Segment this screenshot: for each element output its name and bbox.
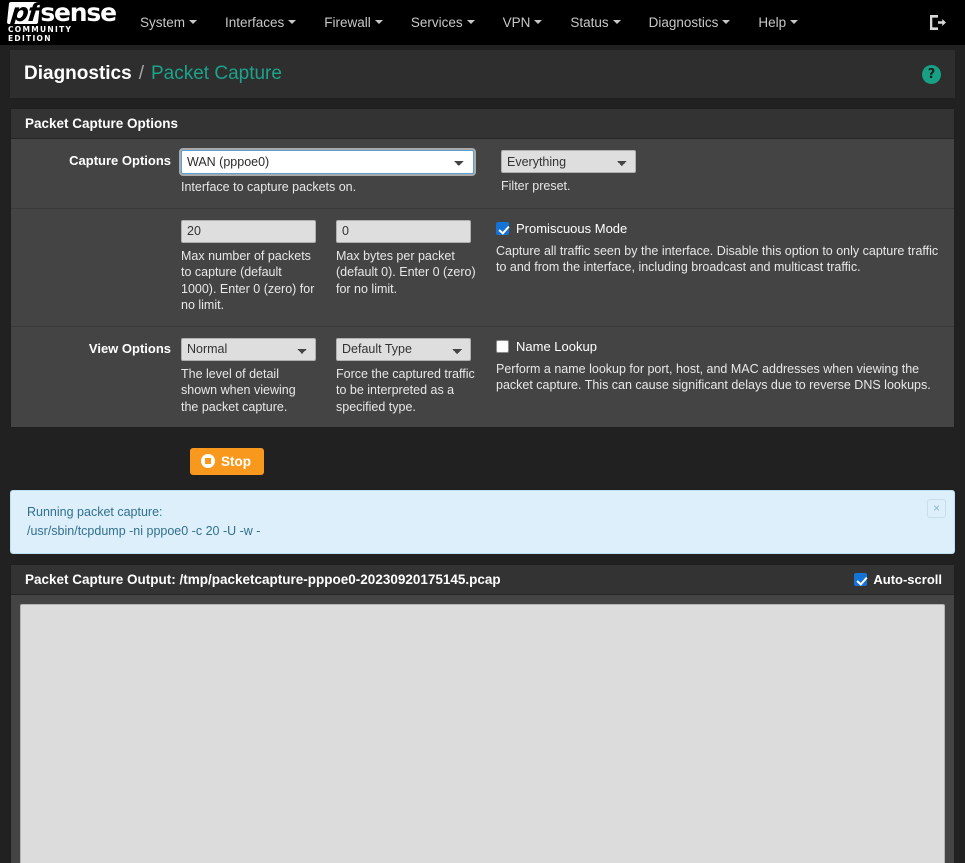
nav-label-help: Help xyxy=(758,15,787,30)
nav-item-vpn[interactable]: VPN xyxy=(489,0,557,45)
interface-select[interactable]: WAN (pppoe0) xyxy=(181,150,474,174)
brand-logo-text: pfsense xyxy=(6,0,117,27)
panel-body: Capture Options WAN (pppoe0) Interface t… xyxy=(11,139,954,427)
protocol-type-help: Force the captured traffic to be interpr… xyxy=(336,366,475,414)
name-lookup-checkbox[interactable] xyxy=(496,340,509,353)
filter-preset-field-group: Everything Filter preset. xyxy=(501,150,954,196)
name-lookup-label: Name Lookup xyxy=(516,339,597,354)
form-row-view-options: View Options Normal The level of detail … xyxy=(11,327,954,428)
nav-label-firewall: Firewall xyxy=(324,15,371,30)
name-lookup-field-group: Name Lookup Perform a name lookup for po… xyxy=(496,338,954,416)
interface-field-group: WAN (pppoe0) Interface to capture packet… xyxy=(181,150,501,196)
nav-menu: System Interfaces Firewall Services VPN … xyxy=(126,0,812,45)
breadcrumb: Diagnostics / Packet Capture ? xyxy=(10,50,955,98)
brand-subtitle: COMMUNITY EDITION xyxy=(8,25,73,43)
protocol-type-select[interactable]: Default Type xyxy=(336,337,471,361)
help-icon[interactable]: ? xyxy=(922,64,941,84)
limits-label-spacer xyxy=(11,220,181,314)
filter-preset-select[interactable]: Everything xyxy=(501,150,636,173)
chevron-down-icon xyxy=(790,20,799,25)
nav-item-diagnostics[interactable]: Diagnostics xyxy=(635,0,745,45)
capture-options-label: Capture Options xyxy=(69,153,171,168)
panel-title: Packet Capture Options xyxy=(11,109,954,139)
pfsense-logo[interactable]: pfsense COMMUNITY EDITION xyxy=(6,0,117,43)
auto-scroll-label: Auto-scroll xyxy=(873,572,942,587)
packet-capture-options-panel: Packet Capture Options Capture Options W… xyxy=(10,108,955,428)
stop-button-label: Stop xyxy=(221,453,251,469)
chevron-down-icon xyxy=(288,20,297,25)
nav-item-system[interactable]: System xyxy=(126,0,211,45)
capture-output-textarea[interactable] xyxy=(20,604,945,863)
breadcrumb-current: Packet Capture xyxy=(150,63,282,84)
name-lookup-checkbox-row[interactable]: Name Lookup xyxy=(496,338,940,356)
alert-line-status: Running packet capture: xyxy=(27,505,163,519)
auto-scroll-checkbox[interactable] xyxy=(854,573,868,586)
packet-count-input[interactable] xyxy=(181,219,316,243)
brand-logo-sense: sense xyxy=(40,0,117,27)
packet-length-help: Max bytes per packet (default 0). Enter … xyxy=(336,248,476,296)
close-icon[interactable]: × xyxy=(927,499,946,518)
chevron-down-icon xyxy=(189,20,198,25)
promiscuous-checkbox-row[interactable]: Promiscuous Mode xyxy=(496,220,940,238)
alert-line-command: /usr/sbin/tcpdump -ni pppoe0 -c 20 -U -w… xyxy=(27,524,261,538)
promiscuous-label: Promiscuous Mode xyxy=(516,221,628,236)
packet-count-help: Max number of packets to capture (defaul… xyxy=(181,248,315,313)
output-panel-body xyxy=(11,595,954,863)
output-panel-header: Packet Capture Output: /tmp/packetcaptur… xyxy=(11,565,954,595)
filter-preset-help: Filter preset. xyxy=(501,179,571,193)
packet-length-input[interactable] xyxy=(336,219,471,243)
interface-help: Interface to capture packets on. xyxy=(181,180,357,194)
stop-circle-icon xyxy=(201,454,215,468)
nav-label-status: Status xyxy=(570,15,609,30)
breadcrumb-root[interactable]: Diagnostics xyxy=(24,63,132,85)
auto-scroll-row[interactable]: Auto-scroll xyxy=(854,572,942,587)
logout-button[interactable] xyxy=(928,13,955,32)
detail-level-select[interactable]: Normal xyxy=(181,337,316,361)
protocol-type-field-group: Default Type Force the captured traffic … xyxy=(336,337,496,416)
name-lookup-help: Perform a name lookup for port, host, an… xyxy=(496,361,931,393)
form-row-capture-options: Capture Options WAN (pppoe0) Interface t… xyxy=(11,139,954,209)
view-options-label: View Options xyxy=(88,340,171,356)
logout-icon xyxy=(928,13,947,32)
output-textarea-wrapper xyxy=(20,604,945,863)
detail-level-help: The level of detail shown when viewing t… xyxy=(181,366,296,414)
nav-label-diagnostics: Diagnostics xyxy=(648,15,719,30)
action-button-row: Stop xyxy=(10,440,955,482)
chevron-down-icon xyxy=(466,20,475,25)
nav-label-vpn: VPN xyxy=(502,15,531,30)
chevron-down-icon xyxy=(612,20,621,25)
promiscuous-checkbox[interactable] xyxy=(496,222,509,235)
stop-button[interactable]: Stop xyxy=(190,447,264,475)
chevron-down-icon xyxy=(534,20,543,25)
nav-label-system: System xyxy=(140,15,186,30)
chevron-down-icon xyxy=(722,20,731,25)
snaplen-field-group: Max bytes per packet (default 0). Enter … xyxy=(336,219,496,314)
output-panel-title: Packet Capture Output: /tmp/packetcaptur… xyxy=(25,572,501,587)
packet-capture-output-panel: Packet Capture Output: /tmp/packetcaptur… xyxy=(10,564,955,863)
nav-label-services: Services xyxy=(410,15,463,30)
nav-item-firewall[interactable]: Firewall xyxy=(310,0,397,45)
running-capture-alert: Running packet capture: /usr/sbin/tcpdum… xyxy=(10,490,955,554)
promiscuous-field-group: Promiscuous Mode Capture all traffic see… xyxy=(496,220,954,314)
nav-label-interfaces: Interfaces xyxy=(225,15,285,30)
nav-item-interfaces[interactable]: Interfaces xyxy=(211,0,310,45)
nav-item-status[interactable]: Status xyxy=(556,0,634,45)
breadcrumb-separator: / xyxy=(138,63,144,84)
top-navbar: pfsense COMMUNITY EDITION System Interfa… xyxy=(0,0,965,45)
chevron-down-icon xyxy=(374,20,383,25)
promiscuous-help: Capture all traffic seen by the interfac… xyxy=(496,243,939,275)
form-row-limits: Max number of packets to capture (defaul… xyxy=(11,209,954,327)
brand-logo-pf: pf xyxy=(6,0,41,27)
nav-item-services[interactable]: Services xyxy=(397,0,489,45)
detail-field-group: Normal The level of detail shown when vi… xyxy=(181,337,336,416)
count-field-group: Max number of packets to capture (defaul… xyxy=(181,219,336,314)
nav-item-help[interactable]: Help xyxy=(744,0,812,45)
